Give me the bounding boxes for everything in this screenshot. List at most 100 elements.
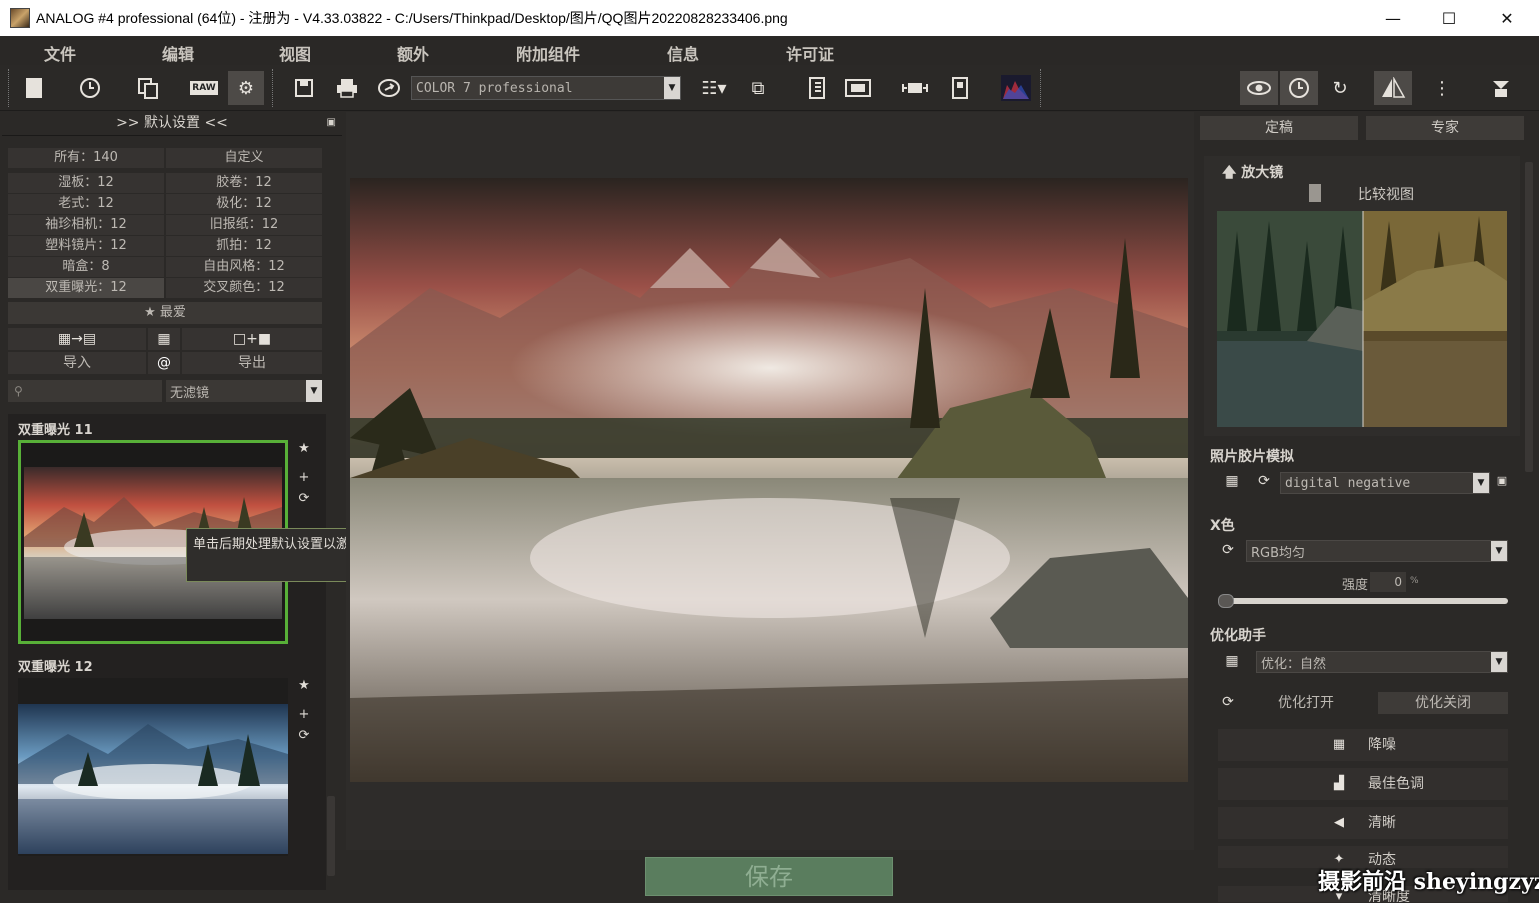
title-bar: ANALOG #4 professional (64位) - 注册为 - V4.… (0, 0, 1539, 36)
strength-slider-handle[interactable] (1218, 594, 1234, 608)
optimize-reset-icon[interactable]: ⟳ (1218, 694, 1238, 710)
add-icon[interactable]: + (296, 470, 312, 485)
magnifier-title[interactable]: 🡅 放大镜 (1222, 162, 1283, 186)
xcolor-select[interactable]: RGB均匀 ▼ (1246, 540, 1508, 562)
xcolor-reset-icon[interactable]: ⟳ (1218, 542, 1238, 558)
import-button[interactable]: 导入 (8, 352, 146, 374)
category-freestyle[interactable]: 自由风格：12 (166, 257, 322, 277)
preview-eye-icon[interactable] (1240, 71, 1278, 105)
magnifier-preview-image[interactable] (1217, 211, 1507, 427)
film-reset-icon[interactable]: ⟳ (1254, 473, 1274, 489)
magnifier-title-text: 放大镜 (1241, 165, 1284, 181)
grid-search-icon[interactable]: ▦ (148, 328, 180, 350)
tool-denoise[interactable]: ▦ 降噪 (1218, 729, 1508, 761)
import-icon[interactable]: ▦→▤ (8, 328, 146, 350)
favorite-star-icon[interactable]: ★ (296, 678, 312, 693)
refresh-icon[interactable]: ⟳ (296, 491, 312, 506)
histogram-icon[interactable] (998, 71, 1034, 105)
email-at-button[interactable]: @ (148, 352, 180, 374)
filter-select[interactable]: 无滤镜 ▼ (166, 380, 322, 402)
export-icon[interactable]: □+■ (182, 328, 322, 350)
scrollbar-thumb[interactable] (1525, 162, 1533, 472)
category-cross-color[interactable]: 交叉颜色：12 (166, 278, 322, 298)
category-old-newspaper[interactable]: 旧报纸：12 (166, 215, 322, 235)
category-camera-obscura[interactable]: 暗盒：8 (8, 257, 164, 277)
compare-view-checkbox[interactable] (1309, 184, 1321, 202)
film-simulation-select[interactable]: digital negative ▼ (1280, 472, 1490, 494)
film-options-icon[interactable]: ▣ (1494, 474, 1510, 487)
save-button[interactable]: 保存 (645, 857, 893, 896)
optimize-off-button[interactable]: 优化关闭 (1378, 692, 1508, 714)
chevron-down-icon[interactable]: ▼ (1473, 473, 1489, 493)
history-icon[interactable] (72, 71, 108, 105)
panel-toggle-icon[interactable] (1484, 71, 1520, 105)
menu-info[interactable]: 信息 (667, 41, 699, 65)
minimize-button[interactable]: — (1364, 0, 1422, 36)
category-double-exposure[interactable]: 双重曝光：12 (8, 278, 164, 298)
optimize-grid-icon[interactable]: ▦ (1218, 653, 1246, 669)
favorites-button[interactable]: ★ 最爱 (8, 302, 322, 324)
chevron-down-icon[interactable]: ▼ (1491, 652, 1507, 672)
sort-menu-icon[interactable]: ☷▾ (696, 71, 732, 105)
menu-addons[interactable]: 附加组件 (516, 41, 580, 65)
maximize-button[interactable]: ☐ (1420, 0, 1478, 36)
settings-gears-icon[interactable]: ⚙ (228, 71, 264, 105)
preset-select[interactable]: COLOR 7 professional ▼ (411, 76, 681, 100)
scrollbar-thumb[interactable] (327, 796, 335, 876)
strength-input[interactable]: 0 (1370, 572, 1406, 592)
search-input[interactable]: ⚲ (8, 380, 162, 402)
close-button[interactable]: ✕ (1478, 0, 1536, 36)
reset-history-icon[interactable] (1280, 71, 1318, 105)
preset-thumbnail[interactable] (18, 678, 288, 856)
thumbnail-image (18, 704, 288, 854)
share-icon[interactable] (371, 71, 407, 105)
menu-view[interactable]: 视图 (279, 41, 311, 65)
denoise-icon: ▦ (1332, 737, 1346, 752)
right-panel-scrollbar[interactable] (1524, 152, 1534, 900)
category-film[interactable]: 胶卷：12 (166, 173, 322, 193)
category-wet-plate[interactable]: 湿板：12 (8, 173, 164, 193)
tool-best-tone[interactable]: ▟ 最佳色调 (1218, 768, 1508, 800)
fit-screen-icon[interactable] (897, 71, 933, 105)
thumbnail-scrollbar[interactable] (326, 416, 336, 886)
category-snapshot[interactable]: 抓拍：12 (166, 236, 322, 256)
print-icon[interactable] (329, 71, 365, 105)
info-card-icon[interactable] (942, 71, 978, 105)
menu-file[interactable]: 文件 (44, 41, 76, 65)
refresh-icon[interactable]: ⟳ (296, 728, 312, 743)
chevron-down-icon[interactable]: ▼ (306, 380, 322, 402)
category-vintage[interactable]: 老式：12 (8, 194, 164, 214)
optimize-on-button[interactable]: 优化打开 (1246, 692, 1366, 714)
batch-icon[interactable] (130, 71, 166, 105)
menu-license[interactable]: 许可证 (786, 41, 834, 65)
pin-icon[interactable]: ▣ (327, 112, 336, 134)
more-vertical-icon[interactable]: ⋮ (1424, 71, 1460, 105)
export-button[interactable]: 导出 (182, 352, 322, 374)
save-disk-icon[interactable] (286, 71, 322, 105)
optimize-select[interactable]: 优化：自然 ▼ (1256, 651, 1508, 673)
split-view-icon[interactable] (1374, 71, 1412, 105)
category-custom[interactable]: 自定义 (166, 148, 322, 168)
new-file-icon[interactable] (16, 71, 52, 105)
strength-slider-track[interactable] (1218, 598, 1508, 604)
favorite-star-icon[interactable]: ★ (296, 441, 312, 456)
tab-finalize[interactable]: 定稿 (1200, 116, 1358, 140)
export-layers-icon[interactable]: ⧉ (740, 71, 776, 105)
category-pocket-camera[interactable]: 袖珍相机：12 (8, 215, 164, 235)
book-icon[interactable] (800, 71, 836, 105)
add-icon[interactable]: + (296, 707, 312, 722)
category-all[interactable]: 所有：140 (8, 148, 164, 168)
menu-edit[interactable]: 编辑 (162, 41, 194, 65)
chevron-down-icon[interactable]: ▼ (664, 77, 680, 99)
tool-sharpen[interactable]: ◀ 清晰 (1218, 807, 1508, 839)
chevron-down-icon[interactable]: ▼ (1491, 541, 1507, 561)
film-grid-icon[interactable]: ▦ (1218, 473, 1246, 489)
frame-icon[interactable] (840, 71, 876, 105)
menu-extra[interactable]: 额外 (397, 41, 429, 65)
category-polarize[interactable]: 极化：12 (166, 194, 322, 214)
tab-expert[interactable]: 专家 (1366, 116, 1524, 140)
raw-icon[interactable]: RAW (186, 71, 222, 105)
redo-icon[interactable]: ↻ (1322, 71, 1358, 105)
category-plastic-lens[interactable]: 塑料镜片：12 (8, 236, 164, 256)
main-preview-image[interactable] (350, 178, 1188, 782)
